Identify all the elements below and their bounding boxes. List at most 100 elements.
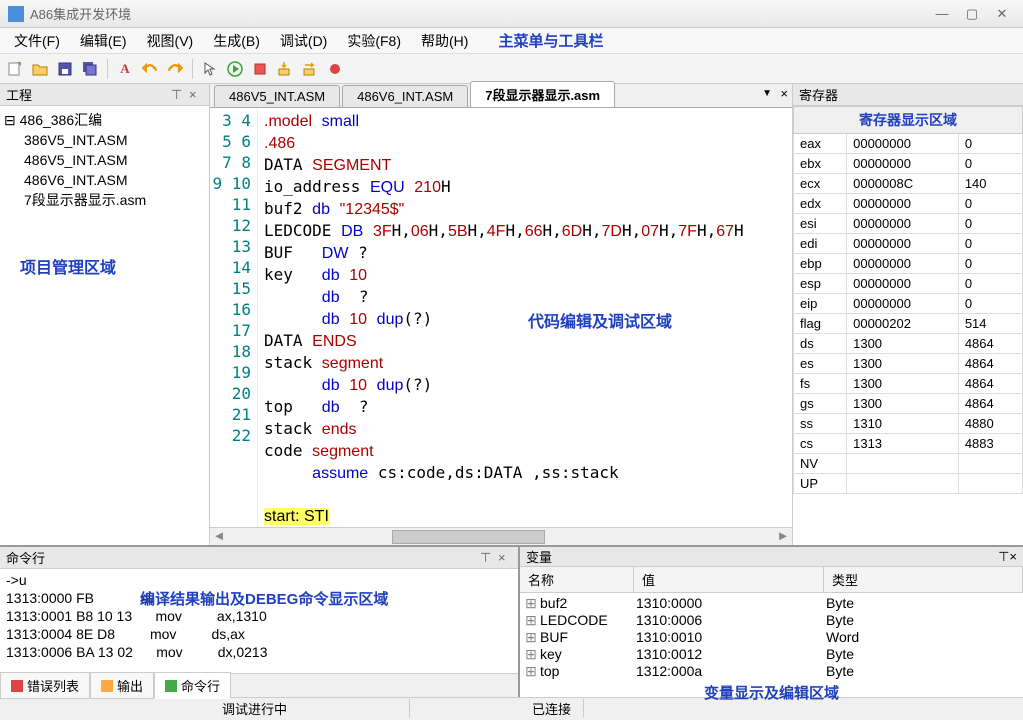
register-row[interactable]: UP (794, 474, 1023, 494)
variable-row[interactable]: ⊞LEDCODE1310:0006Byte (522, 612, 1021, 629)
tab-active[interactable]: 7段显示器显示.asm (470, 81, 615, 107)
col-name[interactable]: 名称 (520, 567, 634, 592)
register-row[interactable]: ss13104880 (794, 414, 1023, 434)
pin-icon[interactable]: ⊤ (171, 87, 185, 103)
variable-row[interactable]: ⊞BUF1310:0010Word (522, 629, 1021, 646)
save-icon[interactable] (54, 58, 76, 80)
variable-row[interactable]: ⊞buf21310:0000Byte (522, 595, 1021, 612)
command-header: 命令行 ⊤ × (0, 547, 518, 569)
tree-file[interactable]: 486V5_INT.ASM (4, 150, 205, 170)
project-panel: 工程 ⊤ × ⊟ 486_386汇编 386V5_INT.ASM 486V5_I… (0, 84, 210, 545)
tree-file[interactable]: 7段显示器显示.asm (4, 190, 205, 210)
undo-icon[interactable] (139, 58, 161, 80)
register-row[interactable]: ecx0000008C140 (794, 174, 1023, 194)
registers-header: 寄存器 (793, 84, 1023, 106)
close-button[interactable]: ✕ (989, 5, 1015, 23)
tab[interactable]: 486V5_INT.ASM (214, 85, 340, 107)
project-header: 工程 ⊤ × (0, 84, 209, 106)
register-row[interactable]: flag00000202514 (794, 314, 1023, 334)
register-row[interactable]: edx000000000 (794, 194, 1023, 214)
menu-debug[interactable]: 调试(D) (270, 27, 337, 55)
annotation-code: 代码编辑及调试区域 (528, 308, 672, 332)
main-area: 工程 ⊤ × ⊟ 486_386汇编 386V5_INT.ASM 486V5_I… (0, 84, 1023, 545)
new-file-icon[interactable] (4, 58, 26, 80)
annotation-command: 编译结果输出及DEBEG命令显示区域 (140, 591, 388, 609)
step-into-icon[interactable] (274, 58, 296, 80)
app-icon (8, 6, 24, 22)
tab-errorlist[interactable]: 错误列表 (0, 672, 90, 699)
variable-row[interactable]: ⊞key1310:0012Byte (522, 646, 1021, 663)
register-row[interactable]: esi000000000 (794, 214, 1023, 234)
tab-output[interactable]: 输出 (90, 672, 154, 699)
tab[interactable]: 486V6_INT.ASM (342, 85, 468, 107)
toolbar: A (0, 54, 1023, 84)
scroll-thumb[interactable] (392, 530, 545, 544)
status-right: 已连接 (520, 699, 584, 718)
register-row[interactable]: gs13004864 (794, 394, 1023, 414)
command-title: 命令行 (6, 548, 480, 567)
breakpoint-icon[interactable] (324, 58, 346, 80)
command-tabs: 错误列表 输出 命令行 (0, 673, 518, 697)
menu-view[interactable]: 视图(V) (137, 27, 204, 55)
register-row[interactable]: ebp000000000 (794, 254, 1023, 274)
menubar: 文件(F) 编辑(E) 视图(V) 生成(B) 调试(D) 实验(F8) 帮助(… (0, 28, 1023, 54)
pin-icon[interactable]: ⊤ (480, 550, 494, 566)
save-all-icon[interactable] (79, 58, 101, 80)
close-icon[interactable]: × (189, 87, 203, 102)
register-row[interactable]: eip000000000 (794, 294, 1023, 314)
maximize-button[interactable]: ▢ (959, 5, 985, 23)
tree-file[interactable]: 386V5_INT.ASM (4, 130, 205, 150)
annotation-project: 项目管理区域 (0, 214, 209, 278)
tree-root[interactable]: ⊟ 486_386汇编 (4, 110, 205, 130)
register-row[interactable]: eax000000000 (794, 134, 1023, 154)
register-row[interactable]: esp000000000 (794, 274, 1023, 294)
register-row[interactable]: ds13004864 (794, 334, 1023, 354)
code-editor[interactable]: 3 4 5 6 7 8 9 10 11 12 13 14 15 16 17 18… (210, 108, 792, 527)
col-type[interactable]: 类型 (824, 567, 1023, 592)
register-row[interactable]: cs13134883 (794, 434, 1023, 454)
run-icon[interactable] (224, 58, 246, 80)
status-left: 调试进行中 (210, 699, 410, 718)
register-row[interactable]: es13004864 (794, 354, 1023, 374)
toolbar-sep (192, 59, 193, 79)
open-folder-icon[interactable] (29, 58, 51, 80)
menu-build[interactable]: 生成(B) (203, 27, 270, 55)
tab-dropdown-icon[interactable]: ▼ (762, 88, 772, 99)
stop-icon[interactable] (249, 58, 271, 80)
command-output[interactable]: ->u编译结果输出及DEBEG命令显示区域1313:0000 FB sti131… (0, 569, 518, 673)
text-icon[interactable]: A (114, 58, 136, 80)
close-icon[interactable]: × (1009, 549, 1017, 564)
registers-panel: 寄存器 寄存器显示区域 eax000000000ebx000000000ecx0… (793, 84, 1023, 545)
bottom-area: 命令行 ⊤ × ->u编译结果输出及DEBEG命令显示区域1313:0000 F… (0, 545, 1023, 697)
register-row[interactable]: NV (794, 454, 1023, 474)
redo-icon[interactable] (164, 58, 186, 80)
step-over-icon[interactable] (299, 58, 321, 80)
editor-tabs: 486V5_INT.ASM 486V6_INT.ASM 7段显示器显示.asm … (210, 84, 792, 108)
pointer-icon[interactable] (199, 58, 221, 80)
line-gutter: 3 4 5 6 7 8 9 10 11 12 13 14 15 16 17 18… (210, 108, 258, 527)
register-row[interactable]: fs13004864 (794, 374, 1023, 394)
tree-file[interactable]: 486V6_INT.ASM (4, 170, 205, 190)
register-row[interactable]: edi000000000 (794, 234, 1023, 254)
registers-annot: 寄存器显示区域 (794, 107, 1023, 134)
col-value[interactable]: 值 (634, 567, 824, 592)
code-text[interactable]: .model small .486 DATA SEGMENT io_addres… (258, 108, 792, 527)
menu-experiment[interactable]: 实验(F8) (337, 27, 411, 55)
minimize-button[interactable]: — (929, 5, 955, 23)
variable-row[interactable]: ⊞top1312:000aByte (522, 663, 1021, 680)
close-icon[interactable]: × (498, 550, 512, 565)
horizontal-scrollbar[interactable]: ◄ ► (210, 527, 792, 545)
variables-body[interactable]: ⊞buf21310:0000Byte⊞LEDCODE1310:0006Byte⊞… (520, 593, 1023, 682)
tab-commandline[interactable]: 命令行 (154, 672, 231, 699)
menu-help[interactable]: 帮助(H) (411, 27, 478, 55)
project-tree[interactable]: ⊟ 486_386汇编 386V5_INT.ASM 486V5_INT.ASM … (0, 106, 209, 214)
variables-header: 变量 ⊤ × (520, 547, 1023, 567)
annotation-menubar: 主菜单与工具栏 (498, 30, 603, 51)
scroll-track[interactable] (228, 528, 774, 545)
menu-file[interactable]: 文件(F) (4, 27, 70, 55)
tab-close-icon[interactable]: × (780, 86, 788, 101)
annotation-variables: 变量显示及编辑区域 (520, 682, 1023, 703)
menu-edit[interactable]: 编辑(E) (70, 27, 137, 55)
pin-icon[interactable]: ⊤ (998, 549, 1009, 565)
register-row[interactable]: ebx000000000 (794, 154, 1023, 174)
